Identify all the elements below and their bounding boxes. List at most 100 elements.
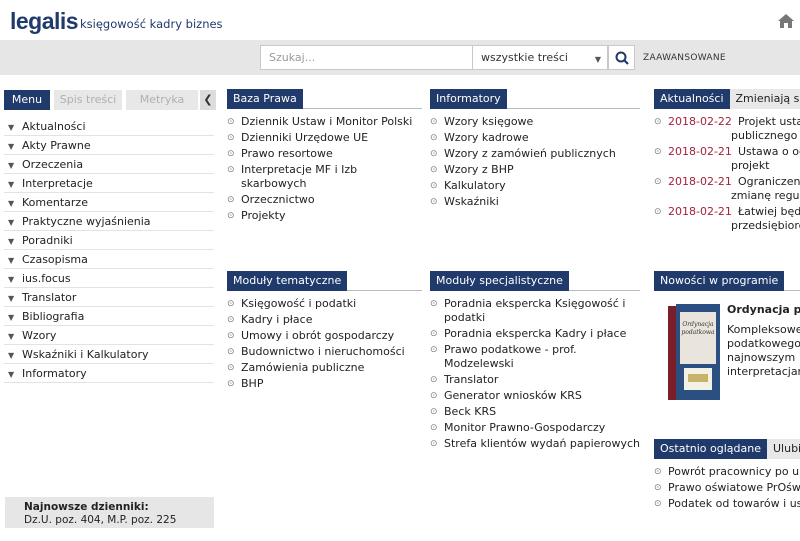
list-item-label-cont: podatki xyxy=(444,311,486,324)
tab-ulubione[interactable]: Ulubione xyxy=(766,439,800,459)
list-item[interactable]: ⊙ Kalkulatory xyxy=(430,179,640,193)
panel-title: Informatory xyxy=(430,89,507,109)
list-item[interactable]: ⊙ Budownictwo i nieruchomości xyxy=(227,345,422,359)
list-item[interactable]: ⊙ Dzienniki Urzędowe UE xyxy=(227,131,422,145)
list-item[interactable]: ⊙ Powrót pracownicy po urlo xyxy=(654,465,800,479)
collapse-sidebar-button[interactable]: ❮ xyxy=(200,90,216,110)
list-item-label: Dziennik Ustaw i Monitor Polski xyxy=(241,115,413,128)
list-item[interactable]: ⊙ Monitor Prawno-Gospodarczy xyxy=(430,421,640,435)
sidebar-item-akty-prawne[interactable]: ▼ Akty Prawne xyxy=(4,136,214,155)
list-item[interactable]: ⊙ Poradnia ekspercka Kadry i płace xyxy=(430,327,640,341)
tab-aktualnosci[interactable]: Aktualności xyxy=(654,89,730,109)
svg-text:Ordynacja: Ordynacja xyxy=(682,321,714,328)
sidebar-item-label: Aktualności xyxy=(22,120,86,133)
list-item[interactable]: ⊙ Orzecznictwo xyxy=(227,193,422,207)
news-item[interactable]: ⊙ 2018-02-21 Ograniczenie hzmianę regulam xyxy=(654,175,800,203)
list-item[interactable]: ⊙ Translator xyxy=(430,373,640,387)
sidebar-item-bibliografia[interactable]: ▼ Bibliografia xyxy=(4,307,214,326)
search-input[interactable] xyxy=(260,45,472,70)
news-item[interactable]: ⊙ 2018-02-22 Projekt ustawypublicznego a z xyxy=(654,115,800,143)
chevron-down-icon: ▼ xyxy=(8,237,15,246)
circle-bullet-icon: ⊙ xyxy=(227,133,235,143)
list-item[interactable]: ⊙ Dziennik Ustaw i Monitor Polski xyxy=(227,115,422,129)
list-item[interactable]: ⊙ Wzory z BHP xyxy=(430,163,640,177)
list-item[interactable]: ⊙ Strefa klientów wydań papierowych xyxy=(430,437,640,451)
list-item-label: BHP xyxy=(241,377,264,390)
sidebar-item-translator[interactable]: ▼ Translator xyxy=(4,288,214,307)
list-item-label: Budownictwo i nieruchomości xyxy=(241,345,405,358)
promo-text: Kompleksowe podatkowego najnowszym inter… xyxy=(727,323,800,379)
list-item-label-cont: Modzelewski xyxy=(444,357,514,370)
circle-bullet-icon: ⊙ xyxy=(430,439,438,449)
chevron-down-icon: ▼ xyxy=(8,256,15,265)
circle-bullet-icon: ⊙ xyxy=(654,483,662,493)
tab-ostatnio-ogladane[interactable]: Ostatnio oglądane xyxy=(654,439,767,459)
sidebar-menu: ▼ Aktualności ▼ Akty Prawne ▼ Orzeczenia ▼ I… xyxy=(4,117,214,383)
list-item[interactable]: ⊙ Umowy i obrót gospodarczy xyxy=(227,329,422,343)
sidebar-item-poradniki[interactable]: ▼ Poradniki xyxy=(4,231,214,250)
panel-moduly-specjalistyczne: Moduły specjalistyczne ⊙ Poradnia eksperc… xyxy=(430,271,640,451)
tab-spis-tresci[interactable]: Spis treści xyxy=(54,90,122,110)
list-item[interactable]: ⊙ Poradnia ekspercka Księgowość i podatki xyxy=(430,297,640,325)
promo-line: najnowszym xyxy=(727,351,796,364)
sidebar-item-informatory[interactable]: ▼ Informatory xyxy=(4,364,214,383)
list-item[interactable]: ⊙ Generator wniosków KRS xyxy=(430,389,640,403)
sidebar-item-label: Translator xyxy=(22,291,77,304)
list-item-label: Wzory z zamówień publicznych xyxy=(444,147,616,160)
chevron-down-icon: ▼ xyxy=(8,370,15,379)
latest-journals-box[interactable]: Najnowsze dzienniki: Dz.U. poz. 404, M.P… xyxy=(5,497,214,528)
list-item[interactable]: ⊙ Zamówienia publiczne xyxy=(227,361,422,375)
search-button[interactable] xyxy=(608,45,635,70)
logo[interactable]: legalis xyxy=(10,8,79,35)
list-item[interactable]: ⊙ Wzory z zamówień publicznych xyxy=(430,147,640,161)
list-item[interactable]: ⊙ Prawo oświatowe PrOśw xyxy=(654,481,800,495)
list-item-label: Wzory z BHP xyxy=(444,163,514,176)
tab-zmieniaja-sie[interactable]: Zmieniają się xyxy=(729,89,800,109)
sidebar-item-label: Czasopisma xyxy=(22,253,88,266)
advanced-search-link[interactable]: ZAAWANSOWANE xyxy=(643,53,726,63)
list-item[interactable]: ⊙ Projekty xyxy=(227,209,422,223)
news-item[interactable]: ⊙ 2018-02-21 Ustawa o ochrprojekt xyxy=(654,145,800,173)
promo-title[interactable]: Ordynacja pod xyxy=(727,303,800,316)
list-item[interactable]: ⊙ Wskaźniki xyxy=(430,195,640,209)
list-item[interactable]: ⊙ Wzory księgowe xyxy=(430,115,640,129)
list-item-label: Wzory kadrowe xyxy=(444,131,529,144)
search-icon xyxy=(615,51,629,65)
list-item[interactable]: ⊙ Podatek od towarów i usług xyxy=(654,497,800,511)
circle-bullet-icon: ⊙ xyxy=(227,165,235,175)
sidebar-tabs: Menu Spis treści Metryka ❮ xyxy=(4,90,216,110)
circle-bullet-icon: ⊙ xyxy=(227,299,235,309)
tab-menu[interactable]: Menu xyxy=(4,90,50,110)
list-item[interactable]: ⊙ Prawo resortowe xyxy=(227,147,422,161)
circle-bullet-icon: ⊙ xyxy=(430,197,438,207)
list-item[interactable]: ⊙ Prawo podatkowe - prof. Modzelewski xyxy=(430,343,640,371)
tab-metryka[interactable]: Metryka xyxy=(126,90,198,110)
list-item[interactable]: ⊙ Księgowość i podatki xyxy=(227,297,422,311)
news-title-cont: projekt xyxy=(731,159,770,172)
news-date: 2018-02-21 xyxy=(668,145,732,158)
sidebar-item-orzeczenia[interactable]: ▼ Orzeczenia xyxy=(4,155,214,174)
list-item[interactable]: ⊙ Interpretacje MF i Izb skarbowych xyxy=(227,163,422,191)
list-item[interactable]: ⊙ BHP xyxy=(227,377,422,391)
sidebar-item-interpretacje[interactable]: ▼ Interpretacje xyxy=(4,174,214,193)
sidebar-item-czasopisma[interactable]: ▼ Czasopisma xyxy=(4,250,214,269)
circle-bullet-icon: ⊙ xyxy=(654,177,662,187)
sidebar-item-aktualnosci[interactable]: ▼ Aktualności xyxy=(4,117,214,136)
chevron-down-icon: ▼ xyxy=(8,180,15,189)
sidebar-item-praktyczne-wyjasnienia[interactable]: ▼ Praktyczne wyjaśnienia xyxy=(4,212,214,231)
home-icon[interactable] xyxy=(777,13,795,29)
list-item-label: Poradnia ekspercka Księgowość i xyxy=(444,297,626,310)
list-item[interactable]: ⊙ Kadry i płace xyxy=(227,313,422,327)
list-item[interactable]: ⊙ Wzory kadrowe xyxy=(430,131,640,145)
list-item-label: Interpretacje MF i Izb skarbowych xyxy=(241,163,358,190)
sidebar-item-wskazniki[interactable]: ▼ Wskaźniki i Kalkulatory xyxy=(4,345,214,364)
news-item[interactable]: ⊙ 2018-02-21 Łatwiej będzieprzedsiębiorco xyxy=(654,205,800,233)
chevron-down-icon: ▼ xyxy=(8,142,15,151)
sidebar-item-ius-focus[interactable]: ▼ ius.focus xyxy=(4,269,214,288)
sidebar-item-wzory[interactable]: ▼ Wzory xyxy=(4,326,214,345)
sidebar-item-komentarze[interactable]: ▼ Komentarze xyxy=(4,193,214,212)
list-item[interactable]: ⊙ Beck KRS xyxy=(430,405,640,419)
book-cover-image[interactable]: Ordynacja podatkowa xyxy=(660,302,722,402)
search-scope-select[interactable]: wszystkie treści ▼ xyxy=(472,45,608,70)
circle-bullet-icon: ⊙ xyxy=(430,149,438,159)
